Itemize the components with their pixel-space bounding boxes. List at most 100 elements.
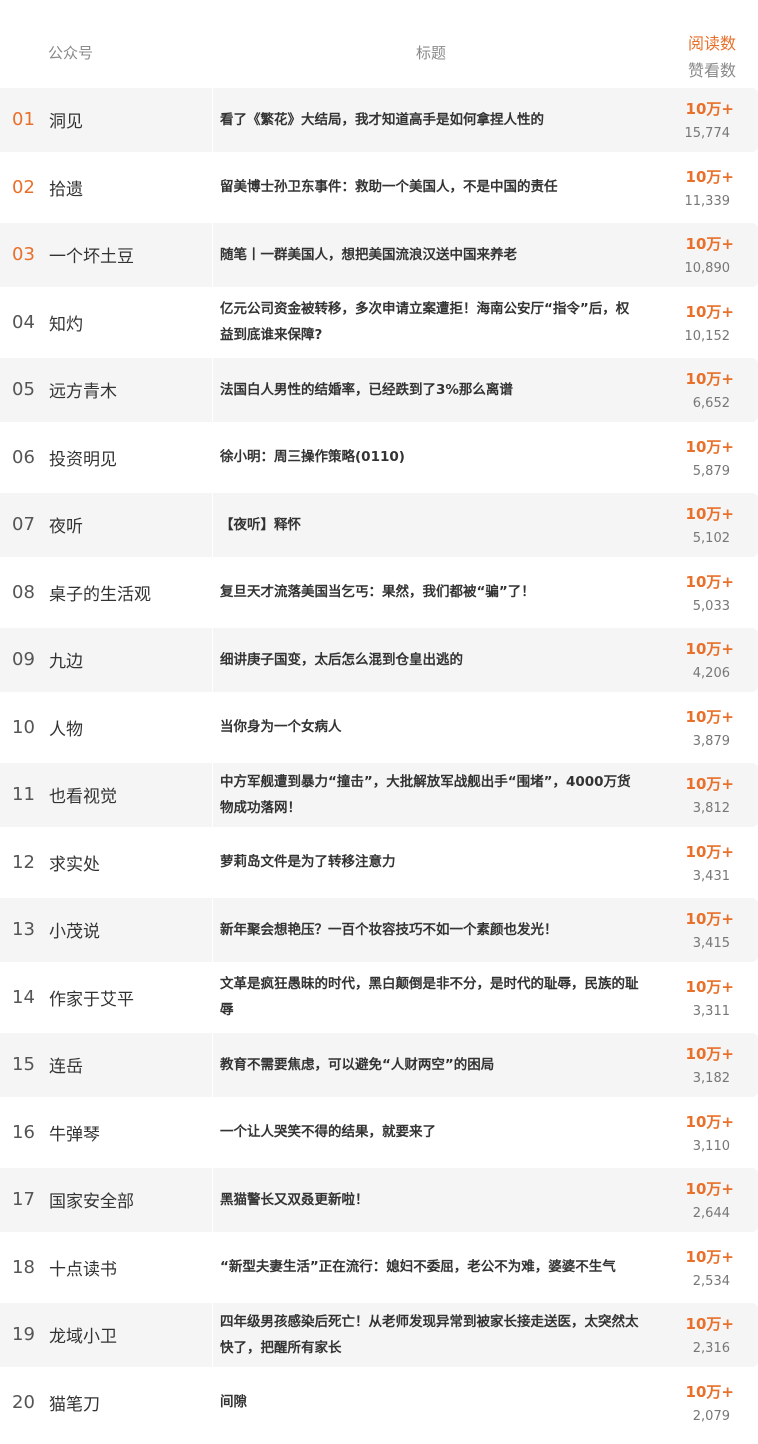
article-title-text[interactable]: 随笔丨一群美国人，想把美国流浪汉送中国来养老 xyxy=(220,242,517,268)
article-title[interactable]: 【夜听】释怀 xyxy=(220,493,640,556)
article-title-text[interactable]: 黑猫警长又双叒更新啦！ xyxy=(220,1187,369,1213)
article-title[interactable]: 间隙 xyxy=(220,1371,640,1434)
column-divider xyxy=(212,965,213,1029)
article-title-text[interactable]: “新型夫妻生活”正在流行：媳妇不委屈，老公不为难，婆婆不生气 xyxy=(220,1254,616,1280)
article-title-text[interactable]: 文革是疯狂愚昧的时代，黑白颠倒是非不分，是时代的耻辱，民族的耻辱 xyxy=(220,971,640,1023)
account-name[interactable]: 国家安全部 xyxy=(49,1168,134,1231)
table-row[interactable]: 15 连岳 教育不需要焦虑，可以避免“人财两空”的困局 10万+ 3,182 xyxy=(0,1033,758,1101)
table-row[interactable]: 16 牛弹琴 一个让人哭笑不得的结果，就要来了 10万+ 3,110 xyxy=(0,1100,758,1169)
like-count: 3,182 xyxy=(692,1071,730,1086)
article-title-text[interactable]: 一个让人哭笑不得的结果，就要来了 xyxy=(220,1119,436,1145)
article-title-text[interactable]: 法国白人男性的结婚率，已经跌到了3%那么离谱 xyxy=(220,377,513,403)
article-title[interactable]: 徐小明：周三操作策略(0110) xyxy=(220,426,640,489)
article-title-text[interactable]: 亿元公司资金被转移，多次申请立案遭拒！海南公安厅“指令”后，权益到底谁来保障? xyxy=(220,296,640,348)
article-title-text[interactable]: 中方军舰遭到暴力“撞击”，大批解放军战舰出手“围堵”，4000万货物成功落网！ xyxy=(220,769,640,821)
table-row[interactable]: 10 人物 当你身为一个女病人 10万+ 3,879 xyxy=(0,695,758,764)
article-title[interactable]: 一个让人哭笑不得的结果，就要来了 xyxy=(220,1101,640,1164)
header-likes[interactable]: 赞看数 xyxy=(688,57,736,81)
account-name[interactable]: 牛弹琴 xyxy=(49,1101,100,1164)
table-row[interactable]: 20 猫笔刀 间隙 10万+ 2,079 xyxy=(0,1370,758,1439)
like-count: 11,339 xyxy=(684,193,731,209)
account-name[interactable]: 作家于艾平 xyxy=(49,966,134,1029)
account-name[interactable]: 桌子的生活观 xyxy=(49,561,151,624)
column-divider xyxy=(212,1303,213,1367)
table-row[interactable]: 01 洞见 看了《繁花》大结局，我才知道高手是如何拿捏人性的 10万+ 15,774 xyxy=(0,88,758,156)
article-title[interactable]: “新型夫妻生活”正在流行：媳妇不委屈，老公不为难，婆婆不生气 xyxy=(220,1236,640,1299)
table-row[interactable]: 09 九边 细讲庚子国变，太后怎么混到仓皇出逃的 10万+ 4,206 xyxy=(0,628,758,696)
article-title-text[interactable]: 复旦天才流落美国当乞丐：果然，我们都被“骗”了！ xyxy=(220,579,535,605)
article-title[interactable]: 文革是疯狂愚昧的时代，黑白颠倒是非不分，是时代的耻辱，民族的耻辱 xyxy=(220,966,640,1029)
account-name[interactable]: 小茂说 xyxy=(49,898,100,961)
column-divider xyxy=(212,1168,213,1232)
article-title-text[interactable]: 细讲庚子国变，太后怎么混到仓皇出逃的 xyxy=(220,647,463,673)
article-title-text[interactable]: 看了《繁花》大结局，我才知道高手是如何拿捏人性的 xyxy=(220,107,544,133)
article-title-text[interactable]: 徐小明：周三操作策略(0110) xyxy=(220,444,405,470)
account-name[interactable]: 人物 xyxy=(49,696,83,759)
header-reads[interactable]: 阅读数 xyxy=(688,30,736,54)
table-row[interactable]: 07 夜听 【夜听】释怀 10万+ 5,102 xyxy=(0,493,758,561)
article-title[interactable]: 看了《繁花》大结局，我才知道高手是如何拿捏人性的 xyxy=(220,88,640,151)
account-name[interactable]: 也看视觉 xyxy=(49,763,117,826)
table-row[interactable]: 04 知灼 亿元公司资金被转移，多次申请立案遭拒！海南公安厅“指令”后，权益到底谁来… xyxy=(0,290,758,359)
article-title[interactable]: 四年级男孩感染后死亡！从老师发现异常到被家长接走送医，太突然太快了，把醒所有家长 xyxy=(220,1303,640,1366)
table-row[interactable]: 14 作家于艾平 文革是疯狂愚昧的时代，黑白颠倒是非不分，是时代的耻辱，民族的耻辱 1… xyxy=(0,965,758,1034)
table-row[interactable]: 19 龙域小卫 四年级男孩感染后死亡！从老师发现异常到被家长接走送医，太突然太快了，… xyxy=(0,1303,758,1371)
read-count: 10万+ xyxy=(685,775,734,793)
account-name[interactable]: 拾遗 xyxy=(49,156,83,219)
article-title[interactable]: 中方军舰遭到暴力“撞击”，大批解放军战舰出手“围堵”，4000万货物成功落网！ xyxy=(220,763,640,826)
article-title[interactable]: 随笔丨一群美国人，想把美国流浪汉送中国来养老 xyxy=(220,223,640,286)
read-count: 10万+ xyxy=(685,505,734,523)
column-divider xyxy=(212,560,213,624)
article-title[interactable]: 法国白人男性的结婚率，已经跌到了3%那么离谱 xyxy=(220,358,640,421)
article-title[interactable]: 留美博士孙卫东事件：救助一个美国人，不是中国的责任 xyxy=(220,156,640,219)
account-name[interactable]: 龙域小卫 xyxy=(49,1303,117,1366)
table-row[interactable]: 17 国家安全部 黑猫警长又双叒更新啦！ 10万+ 2,644 xyxy=(0,1168,758,1236)
read-count: 10万+ xyxy=(685,977,734,996)
account-name[interactable]: 知灼 xyxy=(49,291,83,354)
table-row[interactable]: 13 小茂说 新年聚会想艳压？一百个妆容技巧不如一个素颜也发光！ 10万+ 3,415 xyxy=(0,898,758,966)
account-name[interactable]: 远方青木 xyxy=(49,358,117,421)
table-row[interactable]: 11 也看视觉 中方军舰遭到暴力“撞击”，大批解放军战舰出手“围堵”，4000万货物… xyxy=(0,763,758,831)
article-title-text[interactable]: 间隙 xyxy=(220,1389,247,1415)
article-title[interactable]: 萝莉岛文件是为了转移注意力 xyxy=(220,831,640,894)
article-title-text[interactable]: 当你身为一个女病人 xyxy=(220,714,342,740)
article-title[interactable]: 黑猫警长又双叒更新啦！ xyxy=(220,1168,640,1231)
article-title[interactable]: 新年聚会想艳压？一百个妆容技巧不如一个素颜也发光！ xyxy=(220,898,640,961)
article-title-text[interactable]: 【夜听】释怀 xyxy=(220,512,301,538)
article-title-text[interactable]: 留美博士孙卫东事件：救助一个美国人，不是中国的责任 xyxy=(220,174,558,200)
column-divider xyxy=(212,88,213,152)
account-name[interactable]: 九边 xyxy=(49,628,83,691)
account-name[interactable]: 洞见 xyxy=(49,88,83,151)
like-count: 6,652 xyxy=(692,396,730,411)
article-title-text[interactable]: 教育不需要焦虑，可以避免“人财两空”的困局 xyxy=(220,1052,494,1078)
read-count: 10万+ xyxy=(685,235,734,253)
account-name[interactable]: 夜听 xyxy=(49,493,83,556)
article-title-text[interactable]: 四年级男孩感染后死亡！从老师发现异常到被家长接走送医，太突然太快了，把醒所有家长 xyxy=(220,1309,640,1361)
account-name[interactable]: 猫笔刀 xyxy=(49,1371,100,1434)
table-row[interactable]: 05 远方青木 法国白人男性的结婚率，已经跌到了3%那么离谱 10万+ 6,652 xyxy=(0,358,758,426)
table-row[interactable]: 06 投资明见 徐小明：周三操作策略(0110) 10万+ 5,879 xyxy=(0,425,758,494)
account-name[interactable]: 连岳 xyxy=(49,1033,83,1096)
like-count: 3,110 xyxy=(692,1138,730,1154)
article-title-text[interactable]: 萝莉岛文件是为了转移注意力 xyxy=(220,849,396,875)
table-row[interactable]: 02 拾遗 留美博士孙卫东事件：救助一个美国人，不是中国的责任 10万+ 11,339 xyxy=(0,155,758,224)
article-title-text[interactable]: 新年聚会想艳压？一百个妆容技巧不如一个素颜也发光！ xyxy=(220,917,558,943)
column-divider xyxy=(212,1100,213,1164)
article-title[interactable]: 细讲庚子国变，太后怎么混到仓皇出逃的 xyxy=(220,628,640,691)
column-divider xyxy=(212,223,213,287)
account-name[interactable]: 求实处 xyxy=(49,831,100,894)
read-count: 10万+ xyxy=(685,842,734,861)
article-title[interactable]: 亿元公司资金被转移，多次申请立案遭拒！海南公安厅“指令”后，权益到底谁来保障? xyxy=(220,291,640,354)
account-name[interactable]: 十点读书 xyxy=(49,1236,117,1299)
table-row[interactable]: 08 桌子的生活观 复旦天才流落美国当乞丐：果然，我们都被“骗”了！ 10万+ 5,03… xyxy=(0,560,758,629)
article-title[interactable]: 当你身为一个女病人 xyxy=(220,696,640,759)
table-row[interactable]: 18 十点读书 “新型夫妻生活”正在流行：媳妇不委屈，老公不为难，婆婆不生气 10万+… xyxy=(0,1235,758,1304)
read-count: 10万+ xyxy=(685,707,734,726)
account-name[interactable]: 投资明见 xyxy=(49,426,117,489)
table-row[interactable]: 03 一个坏土豆 随笔丨一群美国人，想把美国流浪汉送中国来养老 10万+ 10,890 xyxy=(0,223,758,291)
like-count: 2,534 xyxy=(692,1273,730,1289)
article-title[interactable]: 教育不需要焦虑，可以避免“人财两空”的困局 xyxy=(220,1033,640,1096)
table-row[interactable]: 12 求实处 萝莉岛文件是为了转移注意力 10万+ 3,431 xyxy=(0,830,758,899)
article-title[interactable]: 复旦天才流落美国当乞丐：果然，我们都被“骗”了！ xyxy=(220,561,640,624)
account-name[interactable]: 一个坏土豆 xyxy=(49,223,134,286)
